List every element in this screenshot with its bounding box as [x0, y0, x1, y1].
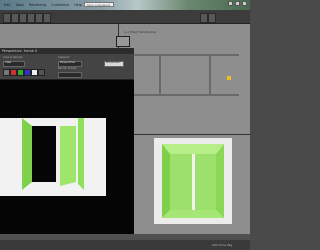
render-preset-label: Render Preset:: [58, 67, 78, 70]
green-channel-icon[interactable]: [17, 69, 24, 76]
menu-item-tools[interactable]: Tools: [16, 3, 24, 7]
search-input[interactable]: Type a keyword: [84, 2, 114, 7]
menu-item-edit[interactable]: Edit: [4, 3, 11, 7]
room-right-wall: [216, 144, 224, 218]
red-channel-icon[interactable]: [10, 69, 17, 76]
viewport-label[interactable]: [+] [Top] [Wireframe]: [124, 30, 156, 34]
maximize-button[interactable]: [235, 1, 240, 6]
render-preset-select[interactable]: [58, 72, 82, 78]
alpha-channel-icon[interactable]: [31, 69, 38, 76]
viewport-value: Perspective: [60, 61, 76, 64]
viewport-shaded-render: [154, 138, 232, 224]
select-button[interactable]: [19, 13, 27, 23]
move-button[interactable]: [27, 13, 35, 23]
room-left-wall: [162, 144, 170, 218]
room-green-panel: [60, 126, 76, 186]
rotate-button[interactable]: [35, 13, 43, 23]
menu-item-rendering[interactable]: Rendering: [29, 3, 46, 7]
room-divider: [192, 154, 195, 210]
main-toolbar: [0, 10, 250, 24]
menu-item-customize[interactable]: Customize: [51, 3, 69, 7]
room-ceiling: [162, 144, 224, 154]
render-button[interactable]: [208, 13, 216, 23]
clear-icon[interactable]: [38, 69, 45, 76]
viewport-label-text: Viewport:: [58, 56, 71, 59]
rendered-room: [0, 118, 106, 196]
wall-outline: [129, 54, 239, 56]
window-controls: [228, 1, 248, 8]
time-slider[interactable]: [0, 234, 250, 240]
wall-outline: [159, 56, 161, 94]
scale-button[interactable]: [43, 13, 51, 23]
production-value: Production: [106, 61, 120, 64]
light-gizmo-icon[interactable]: [227, 76, 231, 80]
add-time-tag-label[interactable]: Add Time Tag: [212, 243, 232, 247]
room-divider: [56, 126, 60, 184]
area-to-render-label: Area to Render:: [3, 56, 24, 59]
render-output-image: [0, 80, 134, 234]
area-to-render-select[interactable]: View: [3, 61, 25, 67]
menu-item-help[interactable]: Help: [74, 3, 82, 7]
render-setup-button[interactable]: [200, 13, 208, 23]
redo-button[interactable]: [11, 13, 19, 23]
wall-outline: [209, 56, 211, 94]
production-select[interactable]: Production: [104, 61, 124, 67]
minimize-button[interactable]: [228, 1, 233, 6]
viewport-perspective[interactable]: [118, 24, 250, 134]
close-button[interactable]: [242, 1, 247, 6]
viewcube-icon[interactable]: [116, 36, 130, 47]
room-floor: [162, 210, 224, 218]
room-right-wall: [78, 118, 84, 190]
area-to-render-value: View: [5, 61, 12, 64]
room-left-wall: [22, 118, 32, 190]
wall-outline: [129, 94, 239, 96]
render-window-toolbar: Area to Render: View Viewport: Perspecti…: [0, 54, 134, 80]
save-image-icon[interactable]: [3, 69, 10, 76]
blue-channel-icon[interactable]: [24, 69, 31, 76]
undo-button[interactable]: [3, 13, 11, 23]
